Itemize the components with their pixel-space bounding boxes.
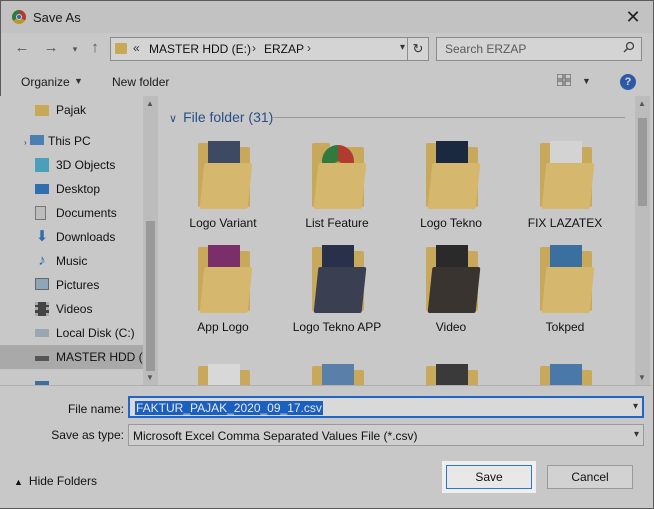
divider xyxy=(273,117,625,118)
save-as-type-value: Microsoft Excel Comma Separated Values F… xyxy=(133,429,418,443)
file-list: ∨ File folder (31) Logo Variant List Feat… xyxy=(161,96,652,385)
folder-icon xyxy=(426,364,478,385)
folder-icon xyxy=(426,245,481,313)
window-title: Save As xyxy=(33,10,81,25)
refresh-button[interactable]: ↻ xyxy=(407,37,429,61)
chevron-down-icon[interactable]: ▾ xyxy=(633,401,638,412)
scroll-down-icon[interactable]: ▼ xyxy=(638,373,646,382)
pictures-icon xyxy=(35,278,49,290)
folder-icon xyxy=(312,364,364,385)
folder-icon xyxy=(312,245,367,313)
navigation-pane: Pajak › This PC 3D Objects Desktop Docum… xyxy=(0,96,160,385)
sidebar-item-music[interactable]: ♪ Music xyxy=(0,249,143,273)
cancel-button[interactable]: Cancel xyxy=(547,465,633,489)
folder-icon xyxy=(540,364,592,385)
organize-button[interactable]: Organize xyxy=(21,75,70,89)
breadcrumb-item[interactable]: ERZAP xyxy=(264,42,304,56)
group-header[interactable]: ∨ File folder (31) xyxy=(169,109,273,125)
chevron-down-icon[interactable]: ▼ xyxy=(74,76,83,86)
scroll-down-icon[interactable]: ▼ xyxy=(146,373,154,382)
download-icon: ⬇ xyxy=(35,228,49,245)
address-bar[interactable]: « MASTER HDD (E:) › ERZAP › ▾ xyxy=(110,37,410,61)
search-placeholder: Search ERZAP xyxy=(445,42,527,56)
hide-folders-button[interactable]: ▲ Hide Folders xyxy=(14,474,97,488)
breadcrumb-separator: › xyxy=(307,41,311,55)
back-arrow-icon[interactable]: ← xyxy=(13,39,31,57)
breadcrumb-overflow[interactable]: « xyxy=(133,41,140,55)
forward-arrow-icon[interactable]: → xyxy=(42,39,60,57)
chrome-icon xyxy=(12,10,26,24)
search-input[interactable]: Search ERZAP xyxy=(436,37,642,61)
folder-icon xyxy=(426,141,481,209)
breadcrumb-item[interactable]: MASTER HDD (E:) xyxy=(149,42,251,56)
chevron-down-icon[interactable]: ∨ xyxy=(169,112,177,125)
sidebar-item-this-pc[interactable]: › This PC xyxy=(0,129,143,153)
scroll-up-icon[interactable]: ▲ xyxy=(638,99,646,108)
videos-icon xyxy=(35,302,49,316)
close-icon[interactable]: ✕ xyxy=(621,5,645,29)
computer-icon xyxy=(30,135,44,145)
chevron-down-icon[interactable]: ▼ xyxy=(582,76,591,86)
folder-icon xyxy=(198,364,250,385)
file-name-value[interactable]: FAKTUR_PAJAK_2020_09_17.csv xyxy=(135,401,323,415)
sidebar-item-pictures[interactable]: Pictures xyxy=(0,273,143,297)
documents-icon xyxy=(35,206,46,220)
folder-icon xyxy=(115,43,127,54)
chevron-right-icon[interactable]: › xyxy=(24,138,27,147)
chevron-up-icon: ▲ xyxy=(14,477,23,487)
folder-icon xyxy=(312,141,367,209)
recent-locations-chevron-icon[interactable]: ▾ xyxy=(66,40,84,58)
folder-icon xyxy=(198,141,253,209)
drive-icon xyxy=(35,329,49,337)
desktop-icon xyxy=(35,184,49,194)
chevron-down-icon[interactable]: ▾ xyxy=(400,42,405,53)
sidebar-item-documents[interactable]: Documents xyxy=(0,201,143,225)
folder-icon xyxy=(198,245,253,313)
search-icon xyxy=(623,41,635,53)
sidebar-scrollbar[interactable]: ▲ ▼ xyxy=(143,96,158,385)
drive-icon xyxy=(35,356,49,361)
cube-icon xyxy=(35,158,49,172)
scrollbar-thumb[interactable] xyxy=(146,221,155,371)
sidebar-item-3d-objects[interactable]: 3D Objects xyxy=(0,153,143,177)
view-options-icon[interactable] xyxy=(557,74,571,86)
folder-icon xyxy=(540,141,595,209)
chevron-down-icon[interactable]: ▾ xyxy=(634,429,639,440)
sidebar-item-local-disk[interactable]: Local Disk (C:) xyxy=(0,321,143,345)
sidebar-item-desktop[interactable]: Desktop xyxy=(0,177,143,201)
title-bar: Save As ✕ xyxy=(1,1,653,33)
new-folder-button[interactable]: New folder xyxy=(112,75,169,89)
file-list-scrollbar[interactable]: ▲ ▼ xyxy=(635,96,650,385)
sidebar-item-master-hdd[interactable]: MASTER HDD (E xyxy=(0,345,151,369)
help-icon[interactable]: ? xyxy=(620,74,636,90)
sidebar-item-network[interactable] xyxy=(0,371,143,385)
music-icon: ♪ xyxy=(38,252,46,269)
scroll-up-icon[interactable]: ▲ xyxy=(146,99,154,108)
save-button[interactable]: Save xyxy=(446,465,532,489)
folder-icon xyxy=(540,245,595,313)
scrollbar-thumb[interactable] xyxy=(638,118,647,206)
file-name-input[interactable]: FAKTUR_PAJAK_2020_09_17.csv ▾ xyxy=(128,396,644,418)
sidebar-item-videos[interactable]: Videos xyxy=(0,297,143,321)
breadcrumb-separator: › xyxy=(252,41,256,55)
up-arrow-icon[interactable]: ↑ xyxy=(86,39,104,57)
save-as-type-label: Save as type: xyxy=(51,428,124,442)
folder-icon xyxy=(35,105,49,116)
sidebar-item-pajak[interactable]: Pajak xyxy=(0,98,143,122)
save-as-type-select[interactable]: Microsoft Excel Comma Separated Values F… xyxy=(128,424,644,446)
sidebar-item-downloads[interactable]: ⬇ Downloads xyxy=(0,225,143,249)
file-name-label: File name: xyxy=(67,402,124,416)
